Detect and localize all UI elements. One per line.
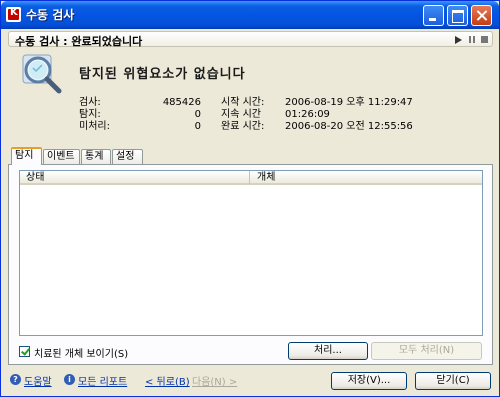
stat-label-unprocessed: 미처리: <box>79 121 110 132</box>
scan-window: K 수동 검사 수동 검사 : 완료되었습니다 탐지된 위협요소가 없습니다 검… <box>0 0 500 397</box>
kaspersky-logo-icon: K <box>6 7 21 22</box>
stop-icon[interactable] <box>481 36 488 43</box>
stats-values: 485426 0 0 <box>161 97 201 133</box>
show-treated-checkbox[interactable] <box>19 346 30 357</box>
stat-value-scanned: 485426 <box>162 97 201 108</box>
time-labels: 시작 시간: 지속 시간 완료 시간: <box>221 97 264 133</box>
scan-status-text: 수동 검사 : 완료되었습니다 <box>15 35 143 48</box>
time-values: 2006-08-19 오후 11:29:47 01:26:09 2006-08-… <box>285 97 413 133</box>
column-header-status[interactable]: 상태 <box>20 171 250 184</box>
stat-label-scanned: 검사: <box>79 97 101 108</box>
time-label-end: 완료 시간: <box>221 121 265 132</box>
close-button[interactable]: 닫기(C) <box>415 372 491 390</box>
title-bar[interactable]: K 수동 검사 <box>1 1 499 29</box>
next-link[interactable]: 다음(N) > <box>192 373 237 388</box>
tab-settings[interactable]: 설정 <box>112 149 143 164</box>
stat-label-detected: 탐지: <box>79 109 101 120</box>
report-icon[interactable]: i <box>64 374 75 385</box>
minimize-button[interactable] <box>423 5 444 26</box>
save-button[interactable]: 저장(V)... <box>331 372 407 390</box>
time-value-start: 2006-08-19 오후 11:29:47 <box>285 97 413 108</box>
time-value-end: 2006-08-20 오전 12:55:56 <box>285 121 413 132</box>
help-link[interactable]: 도움말 <box>24 373 52 388</box>
result-headline: 탐지된 위협요소가 없습니다 <box>79 67 246 82</box>
tab-events[interactable]: 이벤트 <box>43 149 80 164</box>
stat-value-detected: 0 <box>194 109 201 120</box>
pause-icon[interactable] <box>468 35 477 44</box>
maximize-button[interactable] <box>447 5 468 26</box>
scan-status-bar: 수동 검사 : 완료되었습니다 <box>8 31 493 48</box>
stat-value-unprocessed: 0 <box>194 121 201 132</box>
table-header: 상태 개체 <box>20 171 482 185</box>
close-window-button[interactable] <box>471 5 492 26</box>
window-title: 수동 검사 <box>26 8 75 22</box>
back-link[interactable]: < 뒤로(B) <box>145 373 190 388</box>
process-all-button[interactable]: 모두 처리(N) <box>371 342 482 360</box>
time-label-start: 시작 시간: <box>221 97 265 108</box>
all-reports-link[interactable]: 모든 리포트 <box>78 373 127 388</box>
time-value-duration: 01:26:09 <box>285 109 330 120</box>
magnifier-scan-icon <box>22 54 62 94</box>
help-icon[interactable]: ? <box>10 374 21 385</box>
detected-objects-table[interactable]: 상태 개체 <box>19 170 483 336</box>
show-treated-label[interactable]: 치료된 개체 보이기(S) <box>34 345 128 360</box>
tab-panel: 상태 개체 치료된 개체 보이기(S) 처리... 모두 처리(N) <box>8 164 493 365</box>
time-label-duration: 지속 시간 <box>221 109 261 120</box>
play-icon[interactable] <box>455 36 462 44</box>
tab-statistics[interactable]: 통계 <box>81 149 111 164</box>
tab-detected[interactable]: 탐지 <box>11 147 42 165</box>
column-header-object[interactable]: 개체 <box>251 171 482 184</box>
stats-labels: 검사: 탐지: 미처리: <box>79 97 110 133</box>
process-button[interactable]: 처리... <box>288 342 368 360</box>
